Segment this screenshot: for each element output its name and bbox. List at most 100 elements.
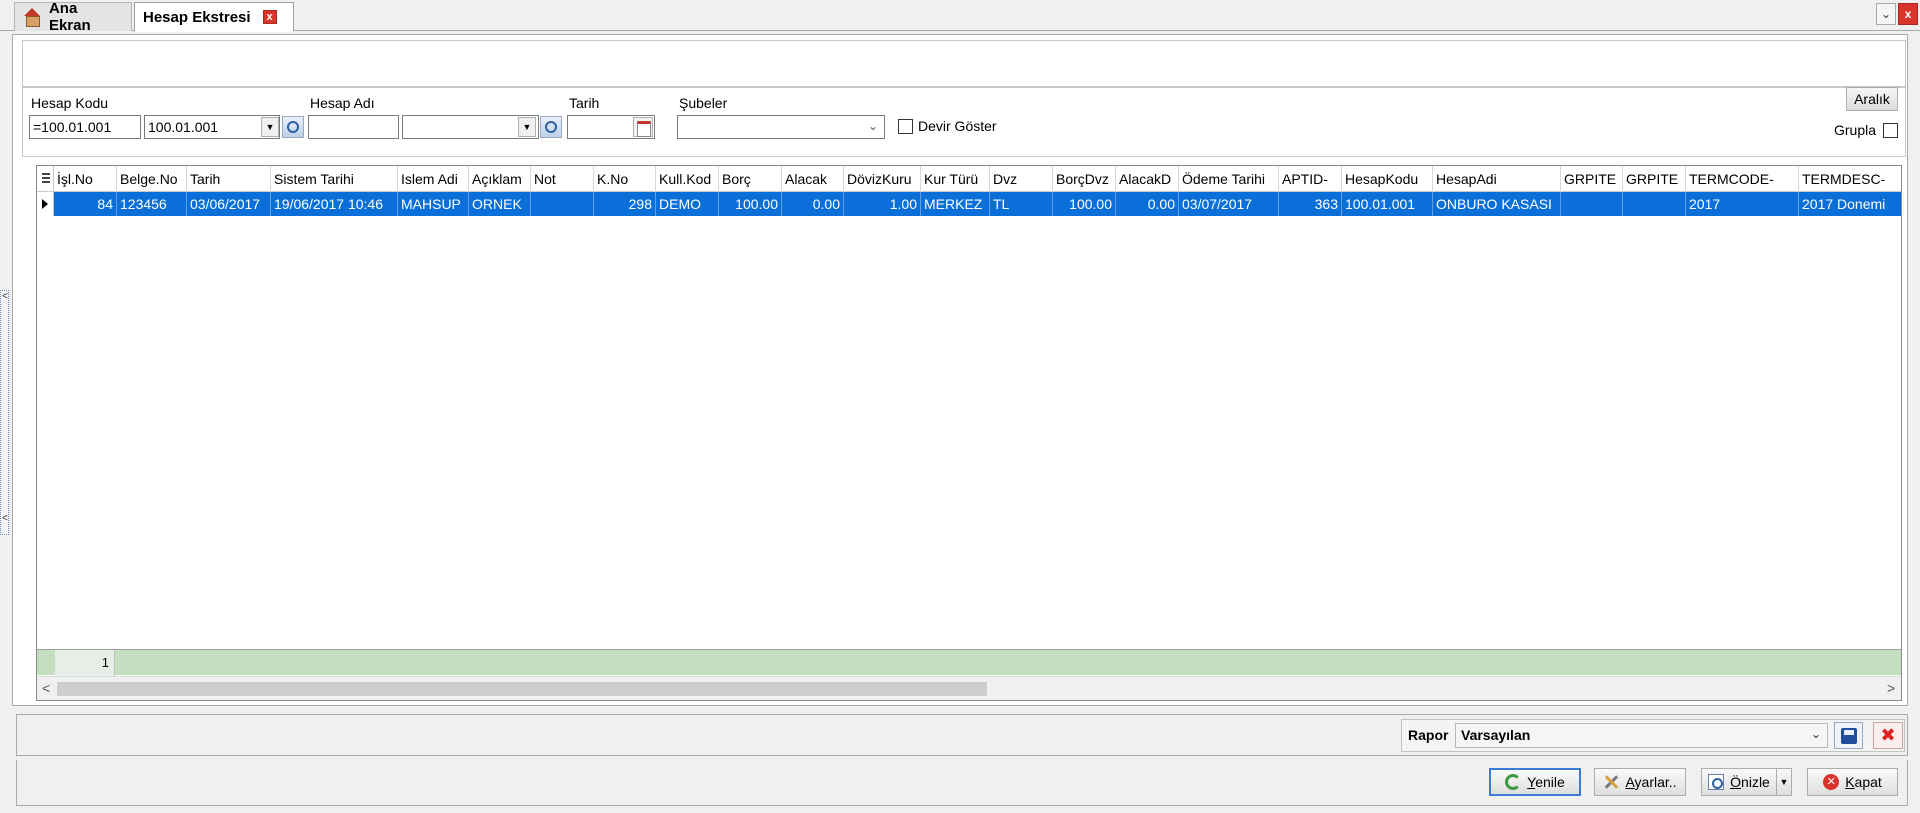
yenile-label: Yenile bbox=[1527, 774, 1565, 790]
ayarlar-label: Ayarlar.. bbox=[1625, 774, 1677, 790]
cell[interactable] bbox=[531, 192, 594, 216]
refresh-icon bbox=[1505, 774, 1522, 790]
preview-icon bbox=[1708, 774, 1725, 790]
cell[interactable]: 03/06/2017 bbox=[187, 192, 271, 216]
cell[interactable]: ORNEK bbox=[469, 192, 531, 216]
cell[interactable]: 100.00 bbox=[1053, 192, 1116, 216]
save-report-button[interactable] bbox=[1834, 722, 1863, 749]
column-header[interactable]: GRPITE bbox=[1623, 166, 1686, 192]
chevron-down-icon[interactable]: ⌄ bbox=[1876, 3, 1896, 25]
column-header[interactable]: BorçDvz bbox=[1053, 166, 1116, 192]
calendar-icon[interactable] bbox=[633, 117, 653, 137]
hesap-kodu-label: Hesap Kodu bbox=[31, 95, 109, 111]
column-header[interactable]: Alacak bbox=[782, 166, 844, 192]
window-close-button[interactable]: x bbox=[1898, 3, 1918, 25]
rapor-label: Rapor bbox=[1408, 727, 1449, 743]
rapor-select[interactable]: Varsayılan ⌄ bbox=[1455, 723, 1828, 748]
column-header[interactable]: DövizKuru bbox=[844, 166, 921, 192]
hesap-adi-label: Hesap Adı bbox=[310, 95, 375, 111]
cell[interactable]: 363 bbox=[1279, 192, 1342, 216]
cell[interactable]: 100.01.001 bbox=[1342, 192, 1433, 216]
column-header[interactable]: Açıklam bbox=[469, 166, 531, 192]
tab-hesap-ekstresi[interactable]: Hesap Ekstresi x bbox=[134, 2, 294, 32]
scroll-left-icon[interactable]: < bbox=[42, 680, 50, 696]
hesap-adi-input[interactable] bbox=[308, 115, 399, 139]
column-header[interactable]: TERMDESC- bbox=[1799, 166, 1901, 192]
column-chooser-icon[interactable] bbox=[37, 166, 54, 192]
column-header[interactable]: HesapAdi bbox=[1433, 166, 1561, 192]
tab-label: Hesap Ekstresi bbox=[143, 8, 251, 26]
column-header[interactable]: Islem Adi bbox=[398, 166, 469, 192]
column-header[interactable]: AlacakD bbox=[1116, 166, 1179, 192]
horizontal-scrollbar[interactable]: < > bbox=[37, 676, 1901, 700]
column-header[interactable]: Ödeme Tarihi bbox=[1179, 166, 1279, 192]
dropdown-arrow-icon[interactable]: ▼ bbox=[261, 117, 279, 137]
cell[interactable]: 100.00 bbox=[719, 192, 782, 216]
onizle-dropdown-icon[interactable]: ▼ bbox=[1776, 768, 1792, 796]
column-header[interactable]: Borç bbox=[719, 166, 782, 192]
tab-ana-ekran[interactable]: Ana Ekran bbox=[14, 0, 132, 34]
cell[interactable]: 0.00 bbox=[1116, 192, 1179, 216]
cell[interactable]: MERKEZ bbox=[921, 192, 990, 216]
scroll-thumb[interactable] bbox=[57, 682, 987, 696]
column-header[interactable]: Belge.No bbox=[117, 166, 187, 192]
yenile-button[interactable]: Yenile bbox=[1489, 768, 1581, 796]
column-header[interactable]: Kull.Kod bbox=[656, 166, 719, 192]
subeler-select[interactable]: ⌄ bbox=[677, 115, 885, 139]
lookup-icon[interactable] bbox=[540, 116, 562, 138]
scroll-right-icon[interactable]: > bbox=[1887, 680, 1895, 696]
delete-report-button[interactable]: ✖ bbox=[1873, 722, 1903, 749]
kapat-button[interactable]: ✕ Kapat bbox=[1807, 768, 1898, 796]
tab-label: Ana Ekran bbox=[48, 0, 91, 34]
kapat-label: Kapat bbox=[1845, 774, 1882, 790]
cell[interactable]: 19/06/2017 10:46 bbox=[271, 192, 398, 216]
filter-panel: Hesap Kodu =100.01.001 100.01.001 ▼ Hesa… bbox=[22, 87, 1906, 157]
cell[interactable]: TL bbox=[990, 192, 1053, 216]
column-header[interactable]: K.No bbox=[594, 166, 656, 192]
cell[interactable] bbox=[1561, 192, 1623, 216]
cell[interactable]: MAHSUP bbox=[398, 192, 469, 216]
cell[interactable]: 298 bbox=[594, 192, 656, 216]
dropdown-arrow-icon[interactable]: ▼ bbox=[518, 117, 536, 137]
cell[interactable]: 2017 bbox=[1686, 192, 1799, 216]
hesap-kodu-input[interactable]: =100.01.001 bbox=[29, 115, 141, 139]
cell[interactable]: 84 bbox=[54, 192, 117, 216]
cell[interactable]: 0.00 bbox=[782, 192, 844, 216]
devir-goster-checkbox[interactable] bbox=[898, 119, 913, 134]
cell[interactable] bbox=[1623, 192, 1686, 216]
column-header[interactable]: Not bbox=[531, 166, 594, 192]
cell[interactable]: 123456 bbox=[117, 192, 187, 216]
onizle-button[interactable]: Önizle bbox=[1701, 768, 1777, 796]
column-header[interactable]: Kur Türü bbox=[921, 166, 990, 192]
close-icon: ✕ bbox=[1823, 774, 1840, 790]
aralik-button[interactable]: Aralık bbox=[1846, 87, 1898, 111]
column-header[interactable]: GRPITE bbox=[1561, 166, 1623, 192]
column-header[interactable]: Dvz bbox=[990, 166, 1053, 192]
chevron-down-icon: ⌄ bbox=[867, 119, 878, 133]
grupla-checkbox[interactable] bbox=[1883, 123, 1898, 138]
chevron-left-icon[interactable]: < bbox=[2, 513, 8, 524]
column-header[interactable]: Tarih bbox=[187, 166, 271, 192]
column-header[interactable]: Sistem Tarihi bbox=[271, 166, 398, 192]
cell[interactable]: DEMO bbox=[656, 192, 719, 216]
table-row[interactable]: 84 123456 03/06/2017 19/06/2017 10:46 MA… bbox=[54, 192, 1901, 216]
column-header[interactable]: APTID- bbox=[1279, 166, 1342, 192]
cell[interactable]: 2017 Donemi bbox=[1799, 192, 1901, 216]
grid-header: İşl.No Belge.No Tarih Sistem Tarihi Isle… bbox=[37, 166, 1901, 192]
ayarlar-button[interactable]: Ayarlar.. bbox=[1594, 768, 1686, 796]
header-panel bbox=[22, 40, 1906, 87]
close-icon[interactable]: x bbox=[262, 10, 277, 24]
grid-footer: 1 bbox=[37, 649, 1901, 676]
column-header[interactable]: İşl.No bbox=[54, 166, 117, 192]
chevron-left-icon[interactable]: < bbox=[2, 291, 8, 302]
hesap-kodu-combo[interactable]: 100.01.001 bbox=[144, 115, 280, 139]
row-indicator-icon bbox=[37, 192, 54, 216]
cell[interactable]: 1.00 bbox=[844, 192, 921, 216]
cell[interactable]: 03/07/2017 bbox=[1179, 192, 1279, 216]
column-header[interactable]: HesapKodu bbox=[1342, 166, 1433, 192]
lookup-icon[interactable] bbox=[282, 116, 304, 138]
column-header[interactable]: TERMCODE- bbox=[1686, 166, 1799, 192]
cell[interactable]: ONBURO KASASI bbox=[1433, 192, 1561, 216]
side-collapse-strip[interactable]: < < bbox=[0, 290, 9, 535]
row-count: 1 bbox=[55, 650, 115, 676]
